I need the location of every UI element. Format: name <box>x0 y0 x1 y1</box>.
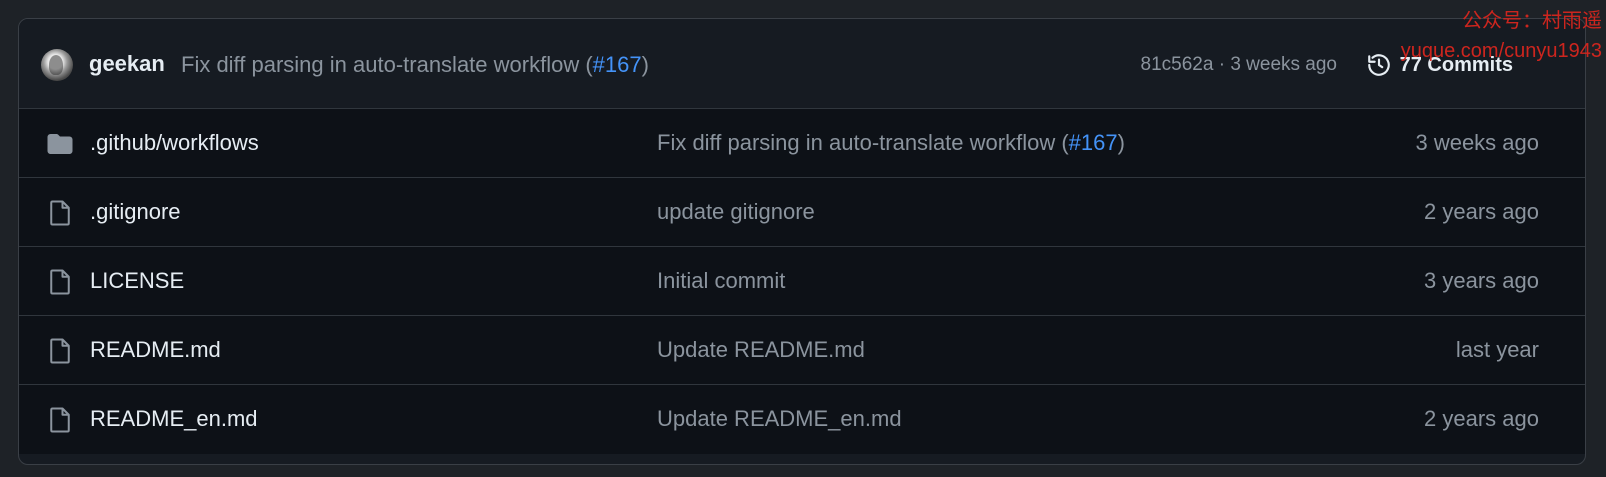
file-name-link[interactable]: LICENSE <box>90 268 184 294</box>
file-name-link[interactable]: README.md <box>90 337 221 363</box>
latest-commit-message-text[interactable]: Fix diff parsing in auto-translate workf… <box>181 52 593 77</box>
file-last-modified: 2 years ago <box>1424 199 1539 224</box>
page: geekan Fix diff parsing in auto-translat… <box>0 0 1606 477</box>
file-last-modified: 3 years ago <box>1424 268 1539 293</box>
pull-request-link[interactable]: #167 <box>593 52 642 77</box>
author-avatar[interactable] <box>41 49 73 81</box>
history-clock-icon <box>1367 54 1390 76</box>
file-commit-message-suffix: ) <box>1117 130 1125 155</box>
latest-commit-message-suffix: ) <box>641 52 649 77</box>
folder-icon <box>45 129 75 159</box>
file-commit-message[interactable]: Fix diff parsing in auto-translate workf… <box>657 130 1125 156</box>
file-name-link[interactable]: .github/workflows <box>90 130 259 156</box>
file-commit-message[interactable]: Update README.md <box>657 337 865 363</box>
latest-commit-bar: geekan Fix diff parsing in auto-translat… <box>19 19 1585 109</box>
file-icon <box>45 198 75 228</box>
watermark: 公众号：村雨遥 yuque.com/cunyu1943 <box>1401 6 1602 66</box>
file-commit-message-text[interactable]: Update README_en.md <box>657 406 902 431</box>
file-commit-message-text[interactable]: Update README.md <box>657 337 865 362</box>
commit-sha-link[interactable]: 81c562a <box>1141 54 1214 75</box>
file-commit-message-text[interactable]: Fix diff parsing in auto-translate workf… <box>657 130 1069 155</box>
file-row[interactable]: README_en.md Update README_en.md 2 years a… <box>19 385 1585 454</box>
file-icon <box>45 336 75 366</box>
commit-sha-and-time: 81c562a · 3 weeks ago <box>1141 54 1337 76</box>
file-commit-message-text[interactable]: update gitignore <box>657 199 815 224</box>
sha-time-separator: · <box>1213 54 1231 75</box>
file-commit-message[interactable]: update gitignore <box>657 199 815 225</box>
file-row[interactable]: .gitignore update gitignore 2 years ago <box>19 178 1585 247</box>
file-name-link[interactable]: .gitignore <box>90 199 181 225</box>
latest-commit-message[interactable]: Fix diff parsing in auto-translate workf… <box>181 52 649 78</box>
file-last-modified: last year <box>1455 337 1539 362</box>
file-row[interactable]: README.md Update README.md last year <box>19 316 1585 385</box>
file-commit-message[interactable]: Initial commit <box>657 268 785 294</box>
file-name-link[interactable]: README_en.md <box>90 406 258 432</box>
file-row[interactable]: .github/workflows Fix diff parsing in aut… <box>19 109 1585 178</box>
file-icon <box>45 267 75 297</box>
commit-author-link[interactable]: geekan <box>89 51 165 77</box>
repo-file-browser: geekan Fix diff parsing in auto-translat… <box>18 18 1586 465</box>
file-commit-message-text[interactable]: Initial commit <box>657 268 785 293</box>
file-icon <box>45 405 75 435</box>
commit-time: 3 weeks ago <box>1230 54 1337 75</box>
file-row[interactable]: LICENSE Initial commit 3 years ago <box>19 247 1585 316</box>
watermark-line-1: 公众号：村雨遥 <box>1462 10 1602 32</box>
watermark-line-2: yuque.com/cunyu1943 <box>1400 40 1602 62</box>
file-last-modified: 2 years ago <box>1424 406 1539 431</box>
file-commit-message[interactable]: Update README_en.md <box>657 406 902 432</box>
pull-request-link[interactable]: #167 <box>1069 130 1118 155</box>
file-last-modified: 3 weeks ago <box>1415 130 1539 155</box>
